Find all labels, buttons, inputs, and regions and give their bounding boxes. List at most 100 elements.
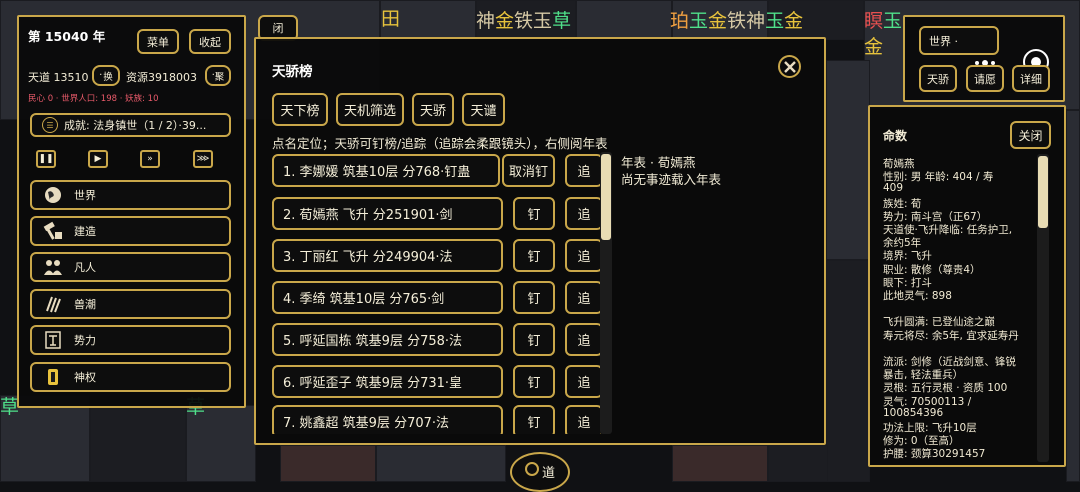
fast-forward-icon: »: [147, 153, 153, 164]
ranking-entry-2[interactable]: 2. 荀嫣燕 飞升 分251901·剑: [272, 197, 503, 230]
annals-body: 尚无事迹载入年表: [621, 172, 722, 187]
details-button[interactable]: 详细: [1012, 65, 1050, 92]
globe-icon: [40, 184, 66, 206]
info-scrollbar-thumb[interactable]: [1038, 156, 1048, 228]
pin-button[interactable]: 钉: [513, 197, 555, 230]
prodigy-ranking-dialog: 天骄榜 天下榜 天机筛选 天骄 天谴 点名定位；天骄可钉榜/追踪（追踪会柔跟镜头…: [254, 37, 826, 445]
tab-prodigies[interactable]: 天骄: [412, 93, 454, 126]
nav-beast-tide[interactable]: 兽潮: [30, 289, 231, 319]
map-glyph: 珀: [670, 10, 690, 32]
world-control-panel: 世界 · 天骄 请愿 详细: [903, 15, 1065, 102]
pin-button[interactable]: 钉: [513, 239, 555, 272]
close-icon[interactable]: [778, 55, 801, 78]
map-glyph: 玉: [533, 10, 553, 32]
map-glyph: 金: [784, 10, 804, 32]
nav-divine-power[interactable]: 神权: [30, 362, 231, 392]
ranking-list[interactable]: 1. 李娜媛 筑基10层 分768·钉蛊 取消钉 追 2. 荀嫣燕 飞升 分25…: [256, 152, 601, 434]
track-button[interactable]: 追: [565, 239, 601, 272]
prodigy-button[interactable]: 天骄: [919, 65, 957, 92]
petition-button[interactable]: 请愿: [966, 65, 1004, 92]
ranking-row: 3. 丁丽红 飞升 分249904·法 钉 追: [272, 239, 601, 272]
info-line: 护腰: 颈算30291457: [883, 448, 986, 461]
track-button[interactable]: 追: [565, 365, 601, 398]
map-glyph-jin: 金: [864, 36, 884, 58]
track-button[interactable]: 追: [565, 154, 601, 187]
map-glyph: 玉: [883, 10, 903, 32]
track-button[interactable]: 追: [565, 281, 601, 314]
people-icon: [40, 256, 66, 278]
close-info-button[interactable]: 关闭: [1010, 121, 1051, 149]
collapse-button[interactable]: 收起: [189, 29, 231, 54]
track-button[interactable]: 追: [565, 405, 601, 434]
achievement-button[interactable]: ☰ 成就: 法身镇世（1 / 2）·39...: [30, 113, 231, 137]
fastest-forward-button[interactable]: ⋙: [193, 150, 213, 168]
pause-icon: ❚❚: [38, 153, 54, 164]
tiandao-value: 天道 13510: [28, 71, 89, 84]
tab-world-ranking[interactable]: 天下榜: [272, 93, 328, 126]
ranking-entry-4[interactable]: 4. 季绮 筑基10层 分765·剑: [272, 281, 503, 314]
fastest-forward-icon: ⋙: [196, 153, 210, 164]
menu-button[interactable]: 菜单: [137, 29, 179, 54]
nav-build[interactable]: 建造: [30, 216, 231, 246]
swap-button[interactable]: · 换: [92, 65, 120, 86]
map-glyph: 玉: [689, 10, 709, 32]
population-status: 民心 0 · 世界人口: 198 · 妖族: 10: [28, 94, 159, 104]
pin-button[interactable]: 钉: [513, 323, 555, 356]
info-line: 寿元将尽: 余5年, 宜求延寿丹: [883, 329, 1019, 342]
achievement-icon: ☰: [42, 117, 58, 133]
pin-button[interactable]: 钉: [513, 365, 555, 398]
gather-button[interactable]: · 聚: [205, 65, 231, 86]
info-scrollbar[interactable]: [1037, 154, 1049, 462]
track-button[interactable]: 追: [565, 323, 601, 356]
ranking-entry-5[interactable]: 5. 呼延国栋 筑基9层 分758·法: [272, 323, 503, 356]
pin-button[interactable]: 钉: [513, 405, 555, 434]
nav-mortals[interactable]: 凡人: [30, 252, 231, 282]
ranking-entry-1[interactable]: 1. 李娜媛 筑基10层 分768·钉蛊: [272, 154, 500, 187]
map-glyph: 玉: [765, 10, 785, 32]
ranking-entry-7[interactable]: 7. 姚鑫超 筑基9层 分707·法: [272, 405, 503, 434]
pause-button[interactable]: ❚❚: [36, 150, 56, 168]
dialog-hint: 点名定位；天骄可钉榜/追踪（追踪会柔跟镜头），右侧阅年表: [272, 136, 608, 151]
dao-icon: [524, 462, 539, 476]
info-line: 100854396: [883, 406, 944, 419]
fate-info-panel: 命数 关闭 荀嫣燕 性别: 男 年龄: 404 / 寿 409 族姓: 荀势力: 南斗…: [868, 105, 1066, 467]
claw-icon: [40, 293, 66, 315]
play-icon: ▶: [94, 153, 102, 164]
ranking-scrollbar[interactable]: [600, 152, 612, 434]
map-glyph: 草: [552, 10, 572, 32]
ranking-row: 7. 姚鑫超 筑基9层 分707·法 钉 追: [272, 405, 601, 434]
ranking-row: 4. 季绮 筑基10层 分765·剑 钉 追: [272, 281, 601, 314]
map-glyph-row-resources-b: 珀玉金铁神玉金: [670, 11, 803, 31]
world-select[interactable]: 世界 ·: [919, 26, 999, 55]
nav-factions[interactable]: 势力: [30, 325, 231, 355]
map-glyph-tian: 田: [381, 8, 401, 30]
map-glyph: 金: [495, 10, 515, 32]
pin-button[interactable]: 钉: [513, 281, 555, 314]
ranking-entry-3[interactable]: 3. 丁丽红 飞升 分249904·法: [272, 239, 503, 272]
map-glyph: 神: [476, 10, 496, 32]
map-glyph: 金: [708, 10, 728, 32]
track-button[interactable]: 追: [565, 197, 601, 230]
ranking-scrollbar-thumb[interactable]: [601, 154, 611, 240]
scroll-icon: [40, 366, 66, 388]
fast-forward-button[interactable]: »: [140, 150, 160, 168]
banner-icon: [40, 329, 66, 351]
ranking-row: 2. 荀嫣燕 飞升 分251901·剑 钉 追: [272, 197, 601, 230]
year-label: 第 15040 年: [28, 29, 106, 44]
resources-value: 资源3918003: [126, 71, 197, 84]
play-button[interactable]: ▶: [88, 150, 108, 168]
unpin-button[interactable]: 取消钉: [502, 154, 555, 187]
dao-button[interactable]: 道: [510, 452, 570, 492]
map-glyph: 瞑: [864, 10, 884, 32]
status-panel: 第 15040 年 菜单 收起 天道 13510 · 换 资源3918003 · 聚…: [17, 15, 246, 408]
info-line: 409: [883, 182, 904, 195]
map-glyph: 铁: [727, 10, 747, 32]
ranking-row: 6. 呼延歪子 筑基9层 分731·皇 钉 追: [272, 365, 601, 398]
tab-heavenly-punishment[interactable]: 天谴: [462, 93, 505, 126]
tab-filter[interactable]: 天机筛选: [336, 93, 404, 126]
map-glyph-row-resources-c: 瞑玉: [864, 11, 902, 31]
nav-world[interactable]: 世界: [30, 180, 231, 210]
ranking-entry-6[interactable]: 6. 呼延歪子 筑基9层 分731·皇: [272, 365, 503, 398]
map-glyph: 铁: [514, 10, 534, 32]
info-panel-title: 命数: [883, 129, 908, 143]
